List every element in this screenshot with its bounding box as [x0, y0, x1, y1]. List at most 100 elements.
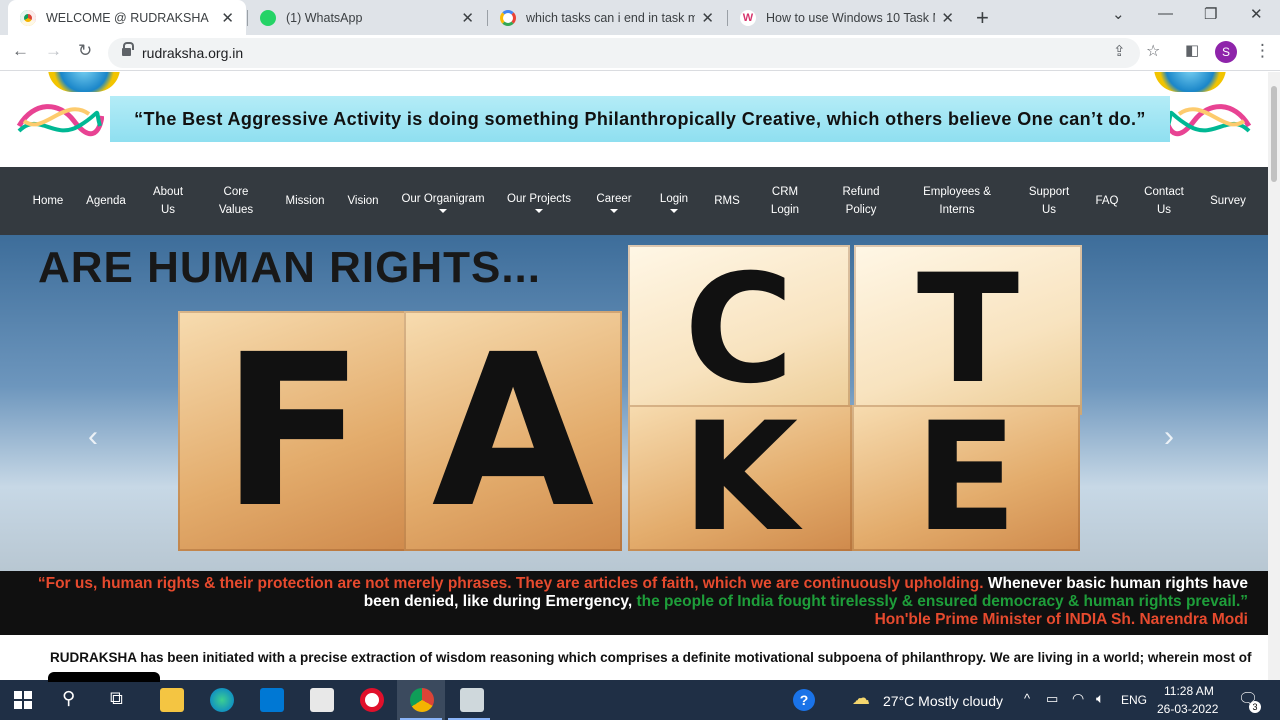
carousel-next-icon[interactable]: ›: [1164, 420, 1174, 454]
minimize-icon[interactable]: —: [1158, 5, 1173, 22]
nav-vision[interactable]: Vision: [344, 167, 382, 235]
nav-label: Core Values: [218, 186, 254, 216]
nav-contact-us[interactable]: Contact Us: [1140, 167, 1188, 235]
tab-title: WELCOME @ RUDRAKSHA: [46, 10, 209, 25]
edge-icon[interactable]: [210, 688, 234, 712]
nav-about-us[interactable]: About Us: [146, 167, 190, 235]
nav-refund-policy[interactable]: Refund Policy: [836, 167, 886, 235]
nav-home[interactable]: Home: [27, 167, 69, 235]
decorative-swirl-right: [1164, 104, 1252, 136]
dropdown-caret-icon: [535, 208, 543, 213]
hero-carousel: ARE HUMAN RIGHTS... C T F A K E ‹ ›: [0, 235, 1268, 571]
show-hidden-icons-chevron-icon[interactable]: ^: [1024, 691, 1030, 706]
search-icon[interactable]: ⚲: [62, 688, 75, 709]
whatsapp-icon: [260, 9, 276, 26]
globe-logo-right: [1154, 72, 1226, 92]
page-scrollbar[interactable]: [1268, 72, 1280, 680]
nav-crm-login[interactable]: CRM Login: [766, 167, 804, 235]
opera-icon[interactable]: [360, 688, 384, 712]
close-tab-icon[interactable]: ✕: [941, 9, 954, 27]
nav-label: Our Projects: [507, 192, 571, 205]
nav-employees-interns[interactable]: Employees & Interns: [914, 167, 1000, 235]
menu-kebab-icon[interactable]: ⋮: [1254, 41, 1271, 61]
block-letter: F: [178, 309, 408, 554]
notification-popup-edge: [48, 672, 160, 682]
tab-search-chevron-icon[interactable]: ⌄: [1112, 5, 1125, 23]
clock-date[interactable]: 26-03-2022: [1157, 702, 1218, 716]
nav-faq[interactable]: FAQ: [1092, 167, 1122, 235]
clock-time[interactable]: 11:28 AM: [1164, 684, 1214, 698]
control-panel-icon[interactable]: [460, 688, 484, 712]
nav-label: Agenda: [86, 195, 126, 207]
nav-our-organigram[interactable]: Our Organigram: [400, 167, 486, 235]
reload-icon[interactable]: ↻: [78, 41, 92, 61]
profile-avatar[interactable]: S: [1215, 41, 1237, 63]
nav-label: Support Us: [1028, 186, 1070, 216]
close-tab-icon[interactable]: ✕: [221, 9, 234, 27]
intro-paragraph: RUDRAKSHA has been initiated with a prec…: [50, 650, 1252, 665]
hero-quote-caption: “For us, human rights & their protection…: [0, 571, 1268, 635]
block-letter: C: [628, 243, 850, 417]
bookmark-star-icon[interactable]: ☆: [1146, 41, 1160, 61]
volume-icon[interactable]: 🔈︎: [1096, 690, 1104, 707]
dropdown-caret-icon: [670, 208, 678, 213]
nav-survey[interactable]: Survey: [1206, 167, 1250, 235]
scrollbar-thumb[interactable]: [1271, 86, 1277, 182]
block-letter: K: [628, 391, 852, 565]
back-arrow-icon[interactable]: ←: [12, 41, 29, 61]
mail-icon[interactable]: [310, 688, 334, 712]
windows-taskbar: ⚲ ⧉ ? ☁ 27°C Mostly cloudy ^ ▭ ◠ 🔈︎ ENG …: [0, 672, 1280, 720]
wifi-icon[interactable]: ◠: [1072, 690, 1084, 707]
tab-title: (1) WhatsApp: [286, 10, 363, 25]
weather-cloudy-icon[interactable]: ☁: [852, 688, 870, 709]
tab-title: which tasks can i end in task mar: [526, 10, 696, 25]
store-icon[interactable]: [260, 688, 284, 712]
caption-red-text: “For us, human rights & their protection…: [37, 575, 984, 592]
nav-support-us[interactable]: Support Us: [1024, 167, 1074, 235]
windows-start-icon[interactable]: [14, 691, 32, 709]
nav-label: FAQ: [1095, 195, 1119, 207]
nav-label: About Us: [152, 186, 184, 216]
forward-arrow-icon[interactable]: →: [45, 41, 62, 61]
weather-text[interactable]: 27°C Mostly cloudy: [883, 693, 1003, 709]
caption-attribution: Hon'ble Prime Minister of INDIA Sh. Nare…: [874, 611, 1248, 628]
nav-label: Survey: [1210, 195, 1246, 207]
nav-mission[interactable]: Mission: [281, 167, 329, 235]
nav-rms[interactable]: RMS: [712, 167, 742, 235]
battery-icon[interactable]: ▭: [1046, 691, 1058, 707]
file-explorer-icon[interactable]: [160, 688, 184, 712]
nav-label: Login: [659, 192, 689, 205]
new-tab-plus-icon[interactable]: +: [976, 5, 989, 31]
nav-core-values[interactable]: Core Values: [214, 167, 258, 235]
address-bar[interactable]: rudraksha.org.in ⇪ ☆: [108, 38, 1160, 68]
help-icon[interactable]: ?: [793, 689, 815, 711]
caption-quote: “For us, human rights & their protection…: [20, 575, 1248, 611]
restore-icon[interactable]: ❐: [1204, 5, 1217, 23]
nav-agenda[interactable]: Agenda: [83, 167, 129, 235]
motto-banner: “The Best Aggressive Activity is doing s…: [110, 96, 1170, 142]
close-window-icon[interactable]: ✕: [1250, 5, 1263, 23]
carousel-prev-icon[interactable]: ‹: [88, 420, 98, 454]
task-view-icon[interactable]: ⧉: [110, 688, 123, 709]
tab-strip: WELCOME @ RUDRAKSHA ✕ (1) WhatsApp ✕ whi…: [0, 0, 1280, 35]
tab-title: How to use Windows 10 Task Ma: [766, 10, 936, 25]
tab-rudraksha[interactable]: WELCOME @ RUDRAKSHA ✕: [8, 0, 246, 35]
chrome-icon[interactable]: [410, 688, 434, 712]
share-icon[interactable]: ⇪: [1113, 42, 1126, 60]
tab-whatsapp[interactable]: (1) WhatsApp ✕: [248, 0, 486, 35]
globe-logo-left: [48, 72, 120, 92]
nav-label: CRM Login: [770, 186, 800, 216]
web-page: “The Best Aggressive Activity is doing s…: [0, 72, 1268, 680]
nav-login[interactable]: Login: [656, 167, 692, 235]
lock-icon[interactable]: [122, 42, 134, 57]
nav-our-projects[interactable]: Our Projects: [505, 167, 573, 235]
nav-label: Our Organigram: [401, 192, 485, 205]
dropdown-caret-icon: [610, 208, 618, 213]
side-panel-icon[interactable]: ◧: [1185, 41, 1199, 59]
tab-task-manager-guide[interactable]: W How to use Windows 10 Task Ma ✕: [728, 0, 966, 35]
language-indicator[interactable]: ENG: [1121, 693, 1147, 707]
close-tab-icon[interactable]: ✕: [701, 9, 714, 27]
tab-google-search[interactable]: which tasks can i end in task mar ✕: [488, 0, 726, 35]
close-tab-icon[interactable]: ✕: [461, 9, 474, 27]
nav-career[interactable]: Career: [594, 167, 634, 235]
